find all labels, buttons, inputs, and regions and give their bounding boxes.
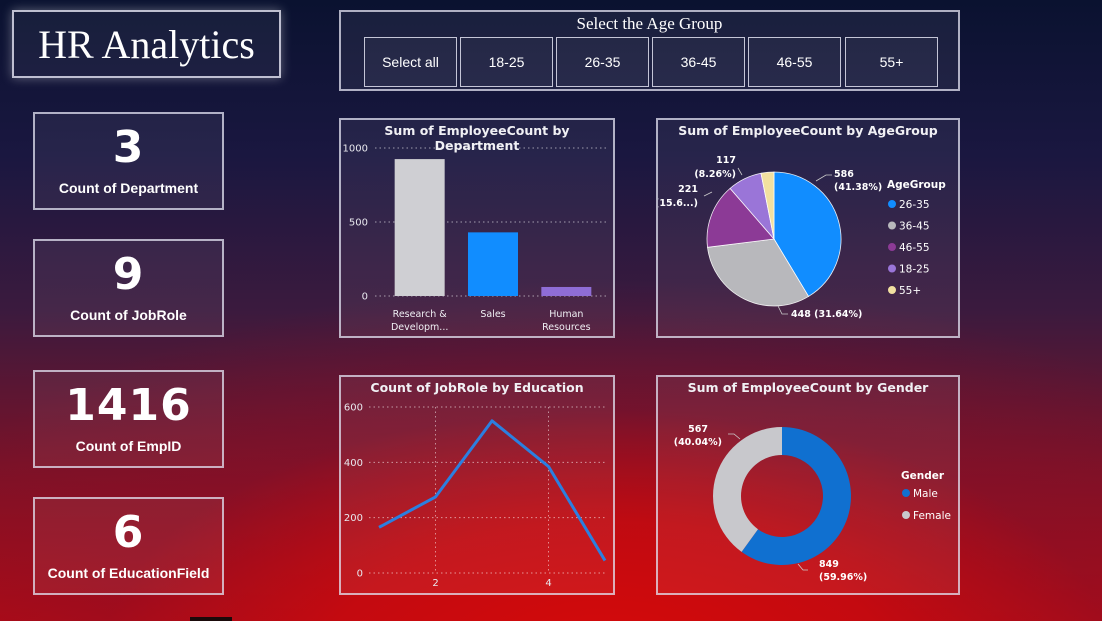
x-tick-label: 2 bbox=[432, 578, 438, 589]
kpi-label: Count of JobRole bbox=[70, 307, 187, 323]
legend-marker bbox=[902, 489, 910, 497]
data-label: 586 bbox=[834, 169, 854, 180]
y-tick-label: 400 bbox=[344, 458, 363, 469]
y-tick-label: 500 bbox=[349, 218, 368, 229]
legend-label: 36-45 bbox=[899, 220, 930, 232]
y-tick-label: 0 bbox=[362, 292, 368, 303]
y-tick-label: 200 bbox=[344, 513, 363, 524]
gender-donut-plot: 849 (59.96%) 567 (40.04%) Gender Male Female bbox=[674, 424, 951, 583]
data-label: (59.96%) bbox=[819, 572, 867, 583]
kpi-card-educationfield: 6 Count of EducationField bbox=[33, 497, 224, 595]
x-tick-label: Human bbox=[549, 309, 583, 320]
x-tick-label: 4 bbox=[545, 578, 551, 589]
agegroup-pie-chart: Sum of EmployeeCount by AgeGroup 586 (41.… bbox=[656, 118, 960, 338]
kpi-value: 6 bbox=[112, 507, 145, 558]
legend-title: Gender bbox=[901, 470, 945, 482]
legend-marker bbox=[888, 264, 896, 273]
kpi-label: Count of EducationField bbox=[47, 565, 210, 581]
slicer-option-18-25[interactable]: 18-25 bbox=[460, 37, 553, 87]
y-tick-label: 1000 bbox=[343, 144, 368, 155]
legend-marker bbox=[888, 286, 896, 294]
slicer-option-36-45[interactable]: 36-45 bbox=[652, 37, 745, 87]
legend-label: 46-55 bbox=[899, 242, 930, 254]
department-bar-plot: 0 500 1000 Research & Developm... Sales Human R… bbox=[343, 144, 609, 333]
legend-label: 26-35 bbox=[899, 199, 930, 211]
legend-label: 18-25 bbox=[899, 263, 930, 275]
data-label: 448 (31.64%) bbox=[791, 309, 862, 320]
age-group-slicer: Select the Age Group Select all 18-25 26… bbox=[339, 10, 960, 91]
donut-slice bbox=[713, 427, 782, 552]
data-label: (8.26%) bbox=[694, 169, 736, 180]
kpi-label: Count of EmpID bbox=[75, 438, 182, 454]
data-label: 221 bbox=[678, 184, 698, 195]
legend-marker bbox=[888, 200, 896, 208]
data-label: 117 bbox=[716, 155, 736, 166]
bar bbox=[541, 286, 592, 296]
dashboard-title: HR Analytics bbox=[12, 10, 281, 78]
x-tick-label: Resources bbox=[542, 322, 591, 333]
legend-marker bbox=[888, 221, 896, 230]
series-line bbox=[378, 419, 607, 562]
kpi-label: Count of Department bbox=[58, 180, 199, 196]
legend-label: Female bbox=[913, 510, 951, 522]
data-label: (41.38%) bbox=[834, 182, 882, 193]
bar bbox=[468, 232, 518, 296]
kpi-card-department: 3 Count of Department bbox=[33, 112, 224, 210]
slicer-title: Select the Age Group bbox=[576, 14, 723, 33]
slicer-option-select-all[interactable]: Select all bbox=[364, 37, 457, 87]
slicer-option-26-35[interactable]: 26-35 bbox=[556, 37, 649, 87]
agegroup-pie-plot: 586 (41.38%) 448 (31.64%) 221 (15.6...) 117 (8… bbox=[658, 155, 946, 320]
x-tick-label: Research & bbox=[393, 309, 448, 320]
x-tick-label: Sales bbox=[480, 309, 505, 320]
bar bbox=[394, 159, 445, 296]
legend-title: AgeGroup bbox=[887, 179, 946, 191]
data-label: (15.6...) bbox=[658, 198, 698, 209]
kpi-value: 1416 bbox=[65, 380, 192, 431]
y-tick-label: 0 bbox=[357, 569, 363, 580]
kpi-card-jobrole: 9 Count of JobRole bbox=[33, 239, 224, 337]
legend-label: 55+ bbox=[899, 285, 921, 297]
leader-line bbox=[777, 305, 788, 315]
department-bar-chart: Sum of EmployeeCount by Department 0 500 1… bbox=[339, 118, 615, 338]
kpi-value: 3 bbox=[112, 122, 145, 173]
leader-line bbox=[728, 433, 741, 440]
gender-donut-chart: Sum of EmployeeCount by Gender 849 (59.96… bbox=[656, 375, 960, 595]
legend-marker bbox=[888, 243, 896, 251]
leader-line bbox=[737, 167, 743, 176]
legend-marker bbox=[902, 511, 910, 519]
data-label: 567 bbox=[688, 424, 708, 435]
kpi-card-empid: 1416 Count of EmpID bbox=[33, 370, 224, 468]
education-line-plot: 0 200 400 600 2 4 bbox=[344, 403, 607, 589]
data-label: 849 bbox=[819, 559, 839, 570]
kpi-value: 9 bbox=[112, 249, 145, 300]
bottom-edge-strip bbox=[190, 617, 232, 621]
legend-label: Male bbox=[913, 488, 938, 500]
leader-line bbox=[703, 191, 713, 197]
leader-line bbox=[797, 563, 808, 571]
y-tick-label: 600 bbox=[344, 403, 363, 414]
slicer-option-46-55[interactable]: 46-55 bbox=[748, 37, 841, 87]
leader-line bbox=[815, 174, 832, 182]
x-tick-label: Developm... bbox=[391, 322, 448, 333]
education-line-chart: Count of JobRole by Education 0 200 400 600… bbox=[339, 375, 615, 595]
slicer-option-55-plus[interactable]: 55+ bbox=[845, 37, 938, 87]
data-label: (40.04%) bbox=[674, 437, 722, 448]
